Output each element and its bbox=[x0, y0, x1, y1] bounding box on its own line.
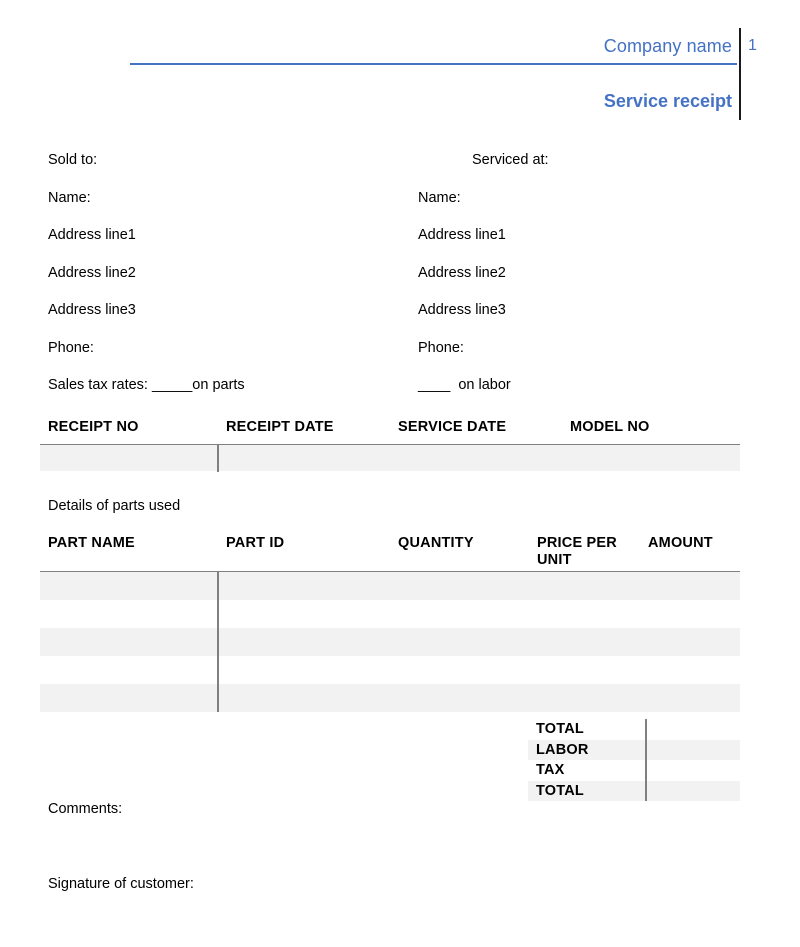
sold-to-address-line3: Address line3 bbox=[48, 302, 136, 318]
column-header-service-date: SERVICE DATE bbox=[398, 419, 507, 435]
totals-row-grand-total[interactable]: TOTAL bbox=[528, 780, 740, 801]
serviced-at-address-line2: Address line2 bbox=[418, 264, 506, 281]
sold-to-name-label: Name: bbox=[48, 189, 91, 206]
column-header-part-id: PART ID bbox=[226, 535, 285, 551]
totals-row-total[interactable]: TOTAL bbox=[528, 719, 740, 740]
serviced-at-address-line1: Address line1 bbox=[418, 227, 506, 243]
receipt-info-table: RECEIPT NO RECEIPT DATE SERVICE DATE MOD… bbox=[40, 417, 740, 472]
totals-row-tax[interactable]: TAX bbox=[528, 760, 740, 781]
page-number: 1 bbox=[748, 37, 757, 54]
sold-to-address-line1: Address line1 bbox=[48, 227, 136, 243]
totals-table: TOTAL LABOR TAX TOTAL bbox=[528, 719, 740, 801]
totals-column-divider bbox=[645, 719, 647, 801]
parts-section-label: Details of parts used bbox=[48, 498, 181, 514]
totals-label-tax: TAX bbox=[536, 762, 565, 778]
parts-table-body bbox=[40, 572, 740, 712]
sales-tax-rate-labor: ____ on labor bbox=[418, 377, 511, 393]
table-row[interactable] bbox=[40, 572, 740, 600]
header-vertical-divider bbox=[739, 28, 741, 120]
serviced-at-heading: Serviced at: bbox=[472, 152, 549, 168]
parts-column-divider bbox=[217, 572, 219, 712]
sold-to-phone-label: Phone: bbox=[48, 339, 94, 356]
serviced-at-phone-label: Phone: bbox=[418, 339, 464, 356]
comments-label: Comments: bbox=[48, 801, 123, 817]
serviced-at-column: Serviced at: Name: Address line1 Address… bbox=[418, 150, 549, 413]
sold-to-address-line2: Address line2 bbox=[48, 264, 136, 281]
sold-to-column: Sold to: Name: Address line1 Address lin… bbox=[48, 150, 245, 413]
totals-row-labor[interactable]: LABOR bbox=[528, 739, 740, 760]
sales-tax-rate-parts: Sales tax rates: _____on parts bbox=[48, 377, 245, 393]
parts-header-row: PART NAME PART ID QUANTITY PRICE PER UNI… bbox=[40, 533, 740, 572]
column-header-price-per-unit: PRICE PER UNIT bbox=[537, 535, 617, 568]
table-row[interactable] bbox=[40, 656, 740, 684]
company-name: Company name bbox=[603, 36, 732, 56]
sold-to-heading: Sold to: bbox=[48, 152, 98, 168]
receipt-info-data-row[interactable] bbox=[40, 445, 740, 471]
table-row[interactable] bbox=[40, 628, 740, 656]
column-header-receipt-date: RECEIPT DATE bbox=[226, 419, 334, 435]
totals-label-grand-total: TOTAL bbox=[536, 782, 584, 799]
serviced-at-address-line3: Address line3 bbox=[418, 302, 506, 318]
table-row[interactable] bbox=[40, 684, 740, 712]
totals-label-total: TOTAL bbox=[536, 721, 584, 737]
column-header-part-name: PART NAME bbox=[48, 535, 135, 551]
column-header-receipt-no: RECEIPT NO bbox=[48, 419, 139, 435]
receipt-info-header-row: RECEIPT NO RECEIPT DATE SERVICE DATE MOD… bbox=[40, 417, 740, 445]
column-header-amount: AMOUNT bbox=[648, 535, 713, 551]
signature-label: Signature of customer: bbox=[48, 876, 194, 892]
totals-label-labor: LABOR bbox=[536, 741, 589, 758]
serviced-at-name-label: Name: bbox=[418, 189, 461, 206]
header-accent-rule bbox=[130, 63, 737, 65]
table-row[interactable] bbox=[40, 600, 740, 628]
document-header: Company name 1 Service receipt bbox=[0, 0, 800, 130]
column-header-quantity: QUANTITY bbox=[398, 535, 474, 551]
document-title: Service receipt bbox=[603, 91, 732, 111]
parts-table: PART NAME PART ID QUANTITY PRICE PER UNI… bbox=[40, 533, 740, 712]
column-header-model-no: MODEL NO bbox=[570, 419, 650, 435]
service-receipt-document: Company name 1 Service receipt Sold to: … bbox=[0, 0, 800, 947]
receipt-info-column-divider bbox=[217, 445, 219, 472]
